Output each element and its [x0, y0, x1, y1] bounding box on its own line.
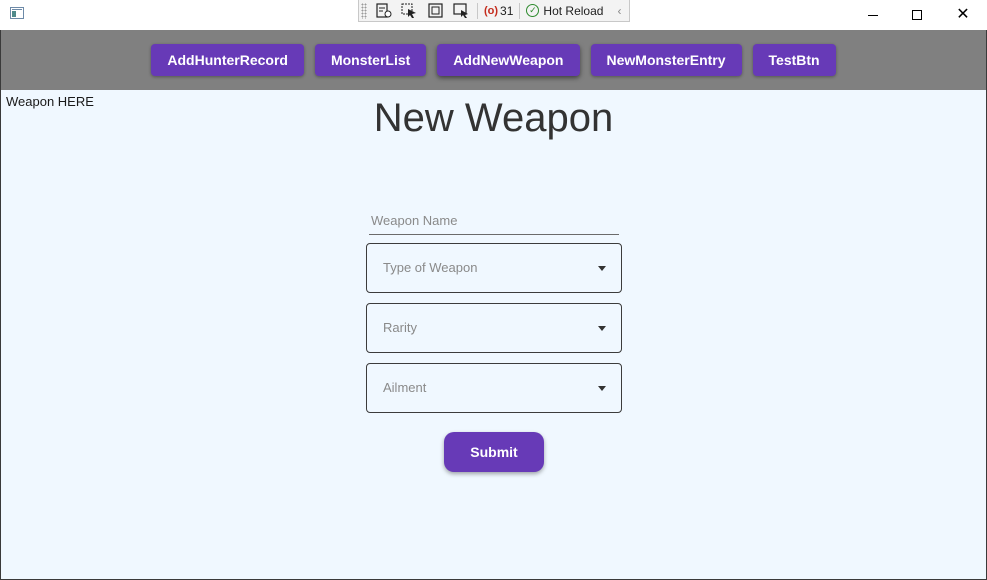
weapon-name-field[interactable]	[369, 208, 619, 235]
rarity-placeholder: Rarity	[383, 320, 417, 335]
close-icon: ✕	[956, 6, 970, 23]
checkmark-icon: ✓	[526, 4, 540, 17]
window-title-bar: (o) 31 ✓ Hot Reload ‹ ✕	[0, 0, 987, 30]
toolbar-separator	[519, 2, 521, 19]
collapse-toolbar-icon[interactable]: ‹	[617, 4, 621, 18]
minimize-button[interactable]	[850, 0, 896, 30]
app-icon	[10, 7, 24, 19]
dropdown-arrow-icon	[598, 326, 606, 331]
add-hunter-record-button[interactable]: AddHunterRecord	[151, 44, 304, 76]
ailment-placeholder: Ailment	[383, 380, 427, 395]
close-button[interactable]: ✕	[940, 0, 986, 30]
hot-reload-label: Hot Reload	[543, 3, 604, 18]
maximize-button[interactable]	[894, 0, 940, 30]
binding-error-count: 31	[500, 3, 514, 18]
minimize-icon	[868, 14, 878, 16]
top-nav-bar: AddHunterRecord MonsterList AddNewWeapon…	[0, 30, 987, 90]
toolbar-separator	[477, 2, 478, 19]
window-border-left	[0, 30, 1, 580]
add-new-weapon-button[interactable]: AddNewWeapon	[437, 44, 580, 76]
display-layout-adorners-icon[interactable]	[427, 2, 445, 19]
monster-list-button[interactable]: MonsterList	[314, 44, 427, 76]
maximize-icon	[912, 10, 922, 20]
weapon-type-placeholder: Type of Weapon	[383, 260, 478, 275]
page-content: Weapon HERE New Weapon Type of Weapon Ra…	[1, 90, 986, 579]
hot-reload-status[interactable]: ✓ Hot Reload	[526, 4, 603, 18]
weapon-type-select[interactable]: Type of Weapon	[366, 243, 622, 293]
binding-error-icon: (o)	[484, 4, 499, 17]
dropdown-arrow-icon	[598, 266, 606, 271]
rarity-select[interactable]: Rarity	[366, 303, 622, 353]
xaml-debug-toolbar: (o) 31 ✓ Hot Reload ‹	[358, 0, 630, 22]
binding-errors-counter[interactable]: (o) 31	[484, 4, 513, 18]
weapon-name-input[interactable]	[369, 208, 619, 232]
submit-button[interactable]: Submit	[444, 432, 544, 472]
page-title: New Weapon	[373, 96, 614, 140]
toolbar-grip[interactable]	[361, 2, 367, 19]
select-element-icon[interactable]	[401, 3, 419, 19]
ailment-select[interactable]: Ailment	[366, 363, 622, 413]
dropdown-arrow-icon	[598, 386, 606, 391]
new-monster-entry-button[interactable]: NewMonsterEntry	[590, 44, 742, 76]
live-visual-tree-icon[interactable]	[375, 2, 393, 19]
test-button[interactable]: TestBtn	[752, 44, 836, 76]
track-focused-element-icon[interactable]	[453, 2, 471, 19]
